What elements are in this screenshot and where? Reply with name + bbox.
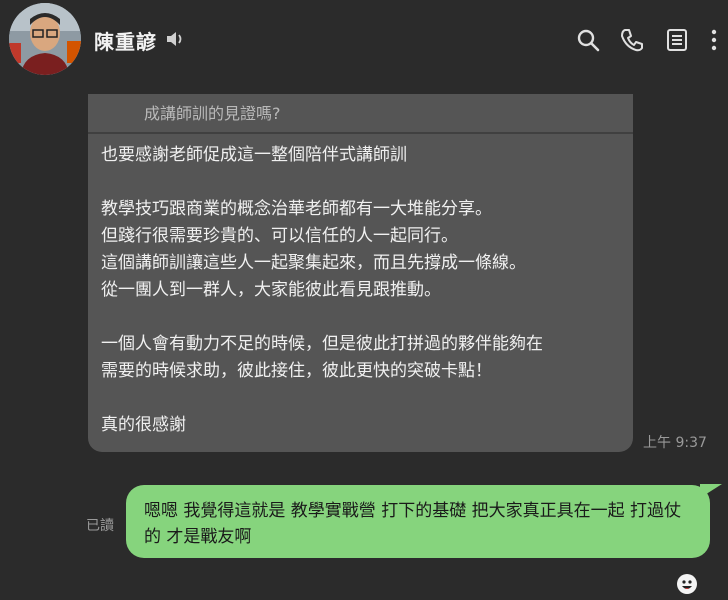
- avatar[interactable]: [9, 3, 81, 75]
- phone-icon[interactable]: [619, 27, 645, 53]
- outgoing-message-bubble[interactable]: 嗯嗯 我覺得這就是 教學實戰營 打下的基礎 把大家真正具在一起 打過仗的 才是戰…: [126, 485, 710, 558]
- quoted-message[interactable]: 成講師訓的見證嗎?: [88, 94, 633, 134]
- sticker-reaction-icon[interactable]: [676, 573, 698, 595]
- contact-name: 陳重諺: [94, 30, 157, 54]
- chat-header: 陳重諺: [0, 0, 728, 80]
- quoted-text: 成講師訓的見證嗎?: [144, 104, 281, 123]
- incoming-message-text: 也要感謝老師促成這一整個陪伴式講師訓 教學技巧跟商業的概念治華老師都有一大堆能分…: [101, 145, 543, 435]
- read-status: 已讀: [86, 518, 114, 534]
- more-icon[interactable]: [701, 27, 727, 53]
- incoming-message-bubble[interactable]: 成講師訓的見證嗎? 也要感謝老師促成這一整個陪伴式講師訓 教學技巧跟商業的概念治…: [88, 94, 633, 452]
- chat-area[interactable]: 成講師訓的見證嗎? 也要感謝老師促成這一整個陪伴式講師訓 教學技巧跟商業的概念治…: [0, 80, 728, 600]
- outgoing-message-text: 嗯嗯 我覺得這就是 教學實戰營 打下的基礎 把大家真正具在一起 打過仗的 才是戰…: [144, 501, 682, 547]
- message-timestamp: 上午 9:37: [643, 435, 707, 451]
- notes-icon[interactable]: [664, 27, 690, 53]
- speaker-icon[interactable]: [165, 29, 185, 49]
- search-icon[interactable]: [575, 27, 601, 53]
